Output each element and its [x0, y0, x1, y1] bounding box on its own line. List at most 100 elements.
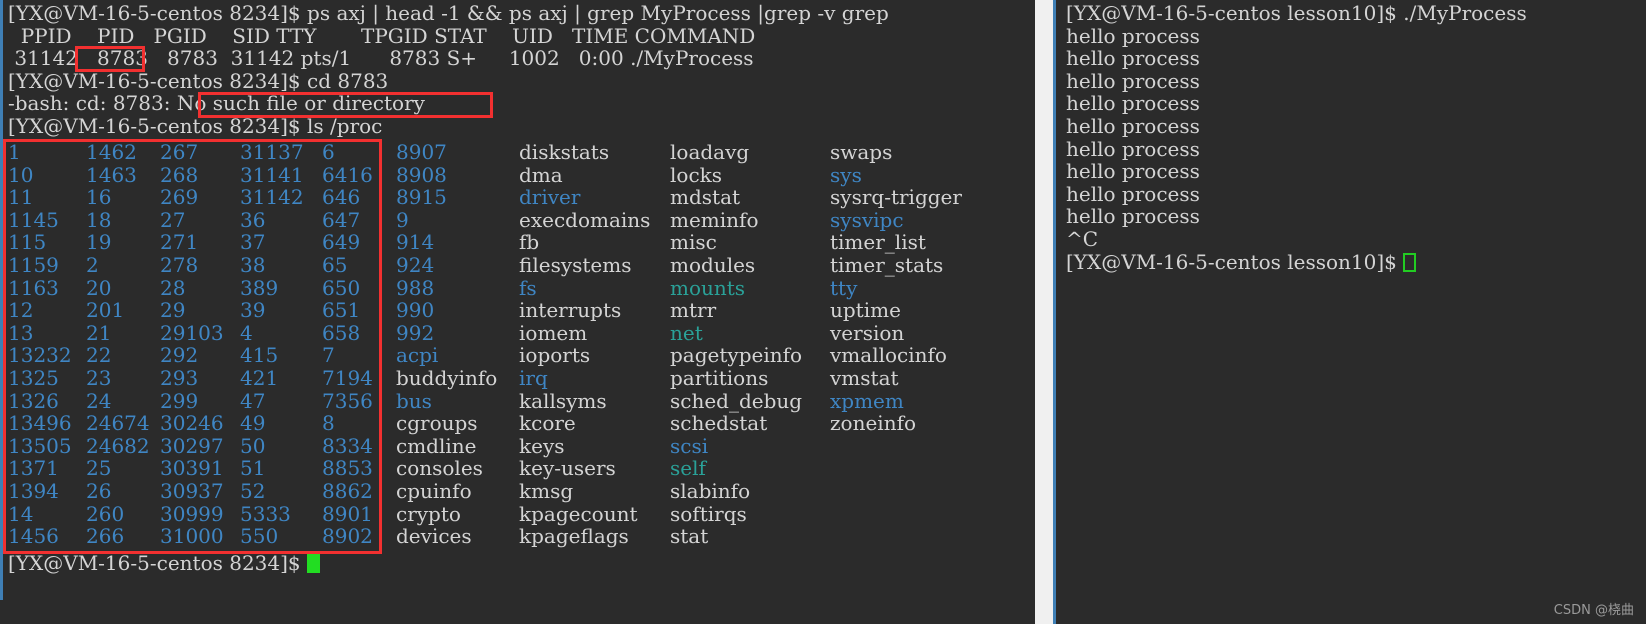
- proc-entry: sysrq-trigger: [830, 186, 962, 209]
- proc-entry: 1371: [8, 457, 72, 480]
- proc-entry: meminfo: [670, 209, 802, 232]
- proc-entry: 21: [86, 322, 150, 345]
- proc-entry: 201: [86, 299, 150, 322]
- proc-entry: irq: [519, 367, 650, 390]
- right-line-output-3: hello process: [1066, 70, 1200, 93]
- proc-column-5: 6641664664764965650651658771947356883348…: [322, 141, 373, 548]
- proc-entry: 8902: [322, 525, 373, 548]
- proc-column-7: diskstatsdmadriverexecdomainsfbfilesyste…: [519, 141, 650, 548]
- proc-entry: bus: [396, 390, 497, 413]
- proc-entry: 38: [240, 254, 304, 277]
- proc-entry: schedstat: [670, 412, 802, 435]
- proc-entry: 52: [240, 480, 304, 503]
- proc-entry: kallsyms: [519, 390, 650, 413]
- proc-entry: 1325: [8, 367, 72, 390]
- proc-entry: 37: [240, 231, 304, 254]
- proc-entry: kcore: [519, 412, 650, 435]
- proc-entry: self: [670, 457, 802, 480]
- proc-entry: net: [670, 322, 802, 345]
- right-line-interrupt: ^C: [1066, 228, 1098, 251]
- proc-entry: fb: [519, 231, 650, 254]
- proc-entry: 990: [396, 299, 497, 322]
- proc-entry: swaps: [830, 141, 962, 164]
- proc-entry: 8853: [322, 457, 373, 480]
- proc-entry: 11: [8, 186, 72, 209]
- right-line-output-1: hello process: [1066, 25, 1200, 48]
- proc-entry: 10: [8, 164, 72, 187]
- proc-entry: partitions: [670, 367, 802, 390]
- proc-entry: 1326: [8, 390, 72, 413]
- proc-entry: zoneinfo: [830, 412, 962, 435]
- proc-entry: 22: [86, 344, 150, 367]
- proc-entry: 13232: [8, 344, 72, 367]
- proc-entry: kpageflags: [519, 525, 650, 548]
- proc-entry: 65: [322, 254, 373, 277]
- proc-entry: 1463: [86, 164, 150, 187]
- right-line-output-6: hello process: [1066, 138, 1200, 161]
- proc-entry: 36: [240, 209, 304, 232]
- proc-entry: 47: [240, 390, 304, 413]
- proc-entry: version: [830, 322, 962, 345]
- proc-entry: scsi: [670, 435, 802, 458]
- proc-entry: fs: [519, 277, 650, 300]
- proc-entry: 260: [86, 503, 150, 526]
- proc-entry: 1394: [8, 480, 72, 503]
- proc-entry: 9: [396, 209, 497, 232]
- proc-entry: 421: [240, 367, 304, 390]
- proc-entry: kpagecount: [519, 503, 650, 526]
- proc-entry: 20: [86, 277, 150, 300]
- proc-entry: 13: [8, 322, 72, 345]
- right-final-prompt-text: [YX@VM-16-5-centos lesson10]$: [1066, 250, 1403, 274]
- proc-entry: 24: [86, 390, 150, 413]
- proc-entry: 14: [8, 503, 72, 526]
- proc-entry: 39: [240, 299, 304, 322]
- proc-entry: 992: [396, 322, 497, 345]
- proc-entry: modules: [670, 254, 802, 277]
- proc-entry: 23: [86, 367, 150, 390]
- right-terminal-pane[interactable]: [YX@VM-16-5-centos lesson10]$ ./MyProces…: [1056, 0, 1646, 624]
- proc-entry: consoles: [396, 457, 497, 480]
- proc-entry: 267: [160, 141, 224, 164]
- proc-entry: 2: [86, 254, 150, 277]
- proc-entry: 24674: [86, 412, 150, 435]
- right-line-output-7: hello process: [1066, 160, 1200, 183]
- proc-entry: 1145: [8, 209, 72, 232]
- proc-entry: sys: [830, 164, 962, 187]
- proc-entry: 31141: [240, 164, 304, 187]
- proc-entry: 8901: [322, 503, 373, 526]
- proc-entry: 8915: [396, 186, 497, 209]
- proc-entry: 115: [8, 231, 72, 254]
- proc-entry: crypto: [396, 503, 497, 526]
- left-line-ps-row: 31142 8783 8783 31142 pts/1 8783 S+ 1002…: [8, 47, 754, 70]
- pane-separator[interactable]: [1035, 0, 1053, 624]
- proc-entry: vmallocinfo: [830, 344, 962, 367]
- proc-entry: 6: [322, 141, 373, 164]
- proc-entry: 292: [160, 344, 224, 367]
- proc-entry: 6416: [322, 164, 373, 187]
- proc-entry: 13505: [8, 435, 72, 458]
- proc-column-2: 1462146316181922020121222324246742468225…: [86, 141, 150, 548]
- left-terminal-pane[interactable]: [YX@VM-16-5-centos 8234]$ ps axj | head …: [0, 0, 1035, 624]
- proc-entry: 7356: [322, 390, 373, 413]
- proc-entry: cpuinfo: [396, 480, 497, 503]
- proc-entry: 658: [322, 322, 373, 345]
- proc-entry: 8908: [396, 164, 497, 187]
- proc-entry: 24682: [86, 435, 150, 458]
- proc-entry: execdomains: [519, 209, 650, 232]
- left-pane-border: [0, 0, 3, 600]
- proc-entry: cmdline: [396, 435, 497, 458]
- proc-entry: 299: [160, 390, 224, 413]
- proc-entry: buddyinfo: [396, 367, 497, 390]
- proc-entry: keys: [519, 435, 650, 458]
- proc-entry: acpi: [396, 344, 497, 367]
- proc-entry: interrupts: [519, 299, 650, 322]
- proc-entry: vmstat: [830, 367, 962, 390]
- proc-entry: iomem: [519, 322, 650, 345]
- proc-entry: 31137: [240, 141, 304, 164]
- proc-entry: stat: [670, 525, 802, 548]
- proc-entry: dma: [519, 164, 650, 187]
- proc-entry: 268: [160, 164, 224, 187]
- proc-entry: 29103: [160, 322, 224, 345]
- proc-entry: misc: [670, 231, 802, 254]
- proc-entry: timer_stats: [830, 254, 962, 277]
